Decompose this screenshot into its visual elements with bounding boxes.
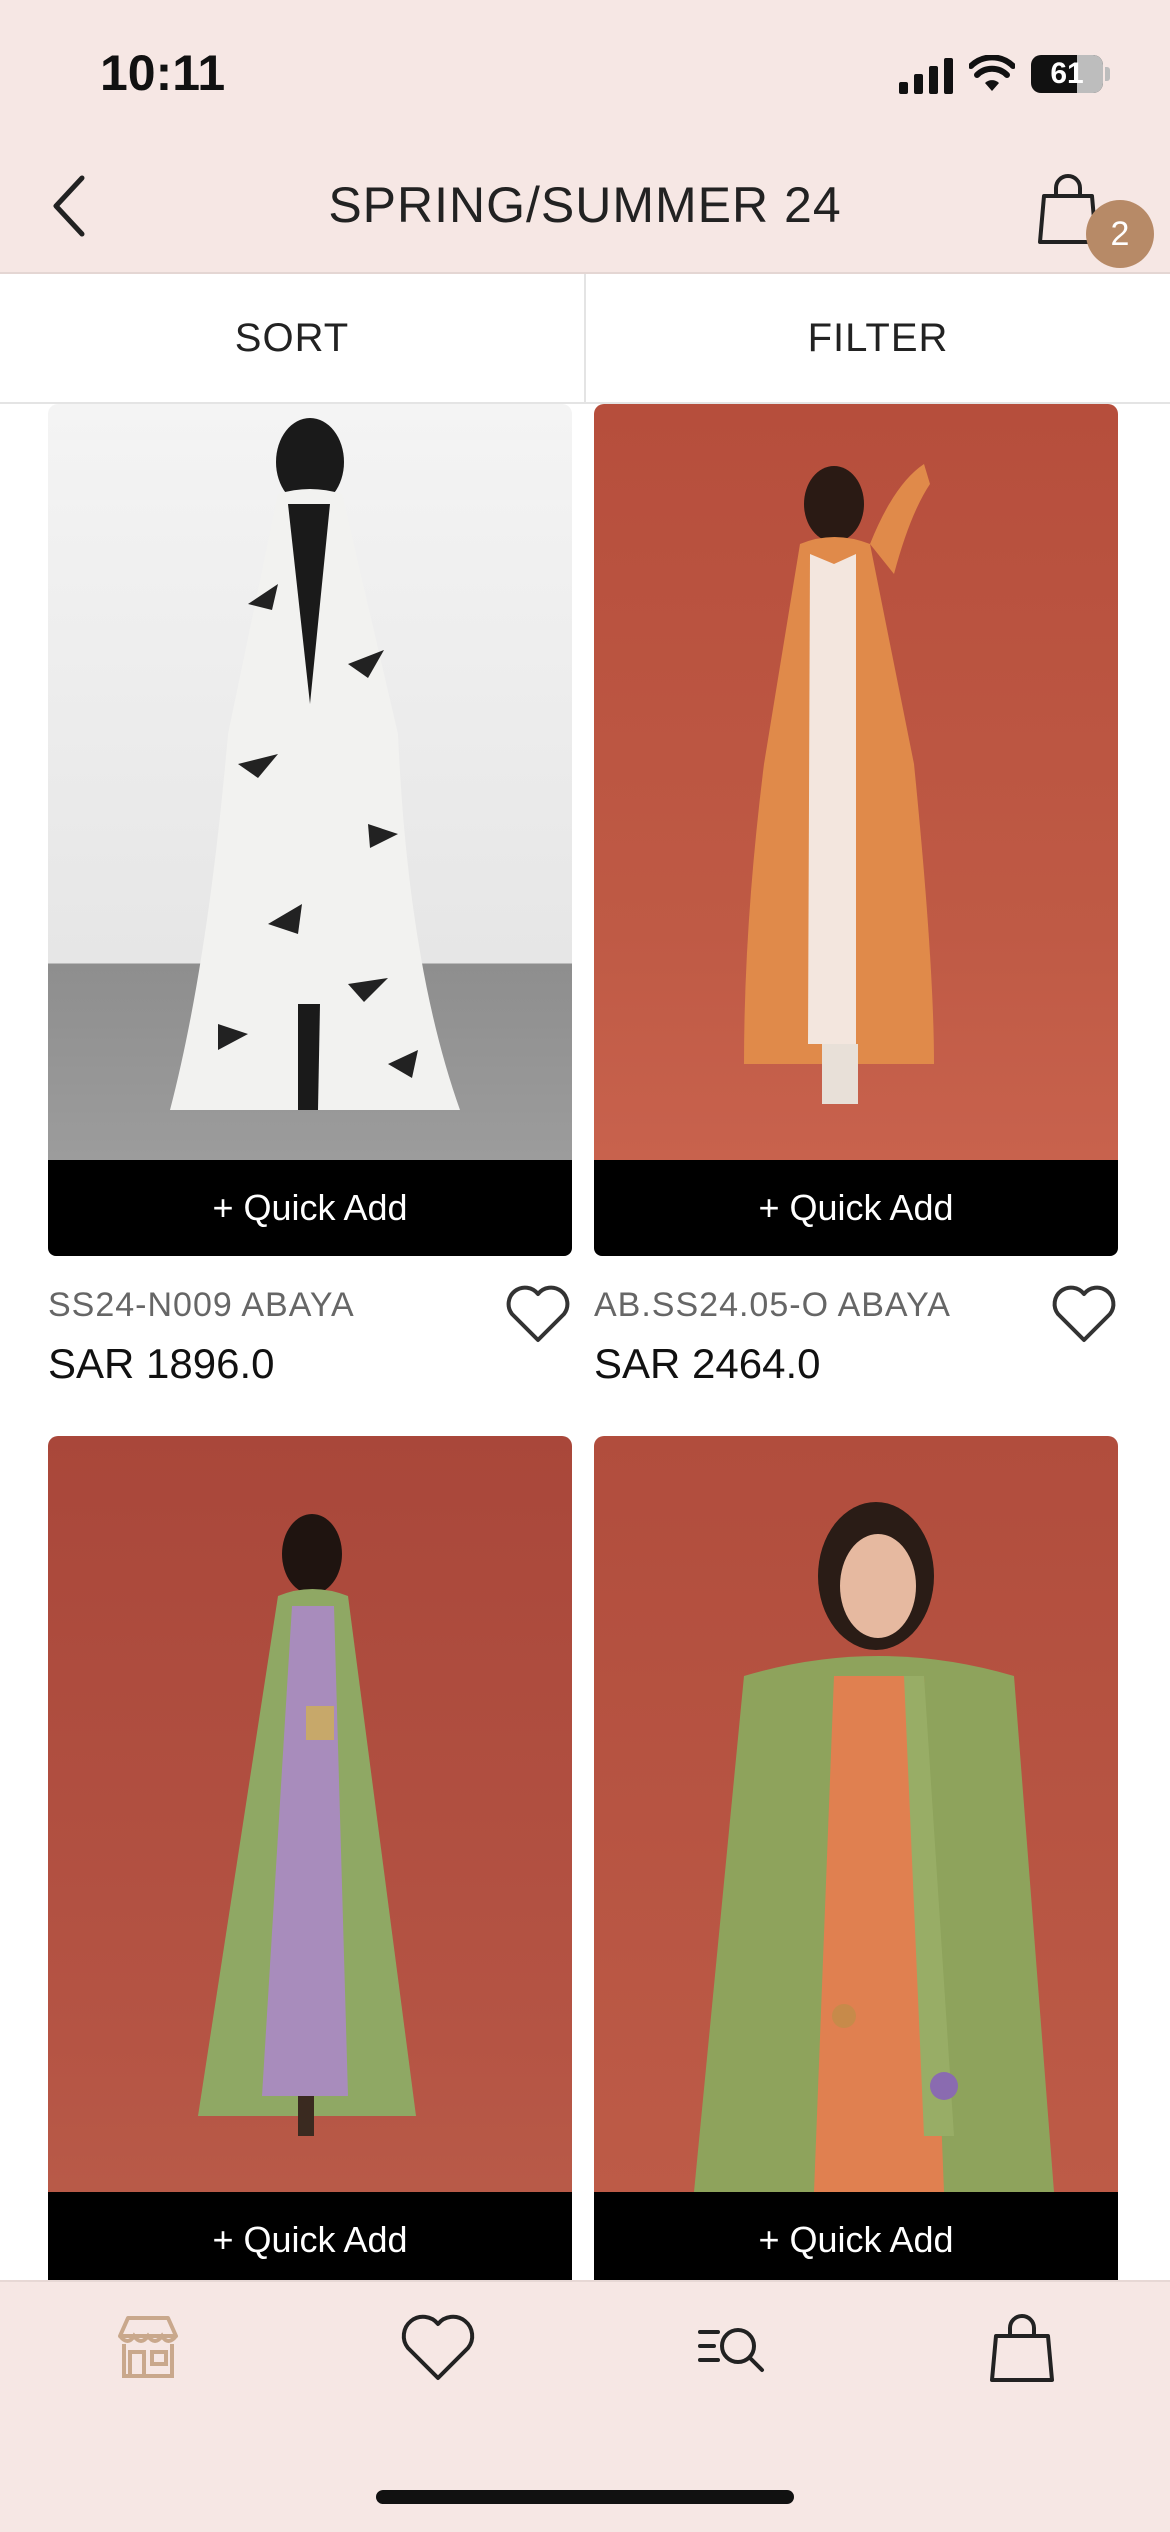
tab-wishlist[interactable] xyxy=(396,2306,480,2390)
quick-add-button[interactable]: + Quick Add xyxy=(594,1160,1118,1256)
quick-add-button[interactable]: + Quick Add xyxy=(48,1160,572,1256)
heart-icon xyxy=(401,2314,475,2380)
product-price: SAR 2464.0 xyxy=(594,1340,821,1387)
quick-add-button[interactable]: + Quick Add xyxy=(594,2192,1118,2280)
status-time: 10:11 xyxy=(100,45,226,101)
battery-cap xyxy=(1105,67,1110,81)
bag-icon xyxy=(990,2314,1054,2382)
quick-add-button[interactable]: + Quick Add xyxy=(48,2192,572,2280)
status-bar: 10:11 61 xyxy=(0,0,1170,140)
wifi-icon xyxy=(969,55,1015,91)
favorite-button[interactable] xyxy=(504,1282,572,1346)
filter-button[interactable]: FILTER xyxy=(584,274,1170,402)
product-card[interactable]: + Quick Add AB.SS24.05-O ABAYA SAR 2464.… xyxy=(594,404,1118,1446)
heart-icon xyxy=(506,1285,570,1342)
product-image[interactable] xyxy=(594,1436,1118,2192)
product-image-art xyxy=(198,1514,416,2136)
product-grid: + Quick Add SS24-N009 ABAYA SAR 1896.0 +… xyxy=(0,404,1170,2280)
product-card[interactable]: + Quick Add SS24-N009 ABAYA SAR 1896.0 xyxy=(48,404,572,1446)
store-icon xyxy=(118,2316,178,2378)
product-name[interactable]: SS24-N009 ABAYA xyxy=(48,1286,355,1325)
product-card[interactable]: + Quick Add xyxy=(48,1436,572,2280)
cart-count-badge: 2 xyxy=(1086,200,1154,268)
product-image[interactable] xyxy=(594,404,1118,1160)
battery-level: 61 xyxy=(1050,57,1084,90)
sort-filter-bar: SORT FILTER xyxy=(0,274,1170,404)
search-list-icon xyxy=(698,2328,764,2372)
page-title: SPRING/SUMMER 24 xyxy=(328,177,842,233)
product-card[interactable]: + Quick Add xyxy=(594,1436,1118,2280)
battery-icon: 61 xyxy=(1031,55,1103,93)
tab-store[interactable] xyxy=(106,2306,190,2390)
tab-bar xyxy=(0,2280,1170,2532)
heart-icon xyxy=(1052,1285,1116,1342)
home-indicator[interactable] xyxy=(376,2490,794,2504)
tab-cart[interactable] xyxy=(980,2306,1064,2390)
product-image[interactable] xyxy=(48,404,572,1160)
product-info: SS24-N009 ABAYA SAR 1896.0 xyxy=(48,1256,572,1446)
cellular-signal-icon xyxy=(899,54,953,94)
product-image-art xyxy=(170,418,460,1110)
nav-bar: SPRING/SUMMER 24 2 xyxy=(0,140,1170,274)
product-image-art xyxy=(694,1502,1054,2192)
product-info: AB.SS24.05-O ABAYA SAR 2464.0 xyxy=(594,1256,1118,1446)
sort-button[interactable]: SORT xyxy=(0,274,584,402)
product-image[interactable] xyxy=(48,1436,572,2192)
favorite-button[interactable] xyxy=(1050,1282,1118,1346)
product-name[interactable]: AB.SS24.05-O ABAYA xyxy=(594,1286,951,1325)
status-icons: 61 xyxy=(899,52,1110,96)
product-price: SAR 1896.0 xyxy=(48,1340,275,1387)
product-image-art xyxy=(744,464,934,1104)
tab-search[interactable] xyxy=(688,2306,772,2390)
